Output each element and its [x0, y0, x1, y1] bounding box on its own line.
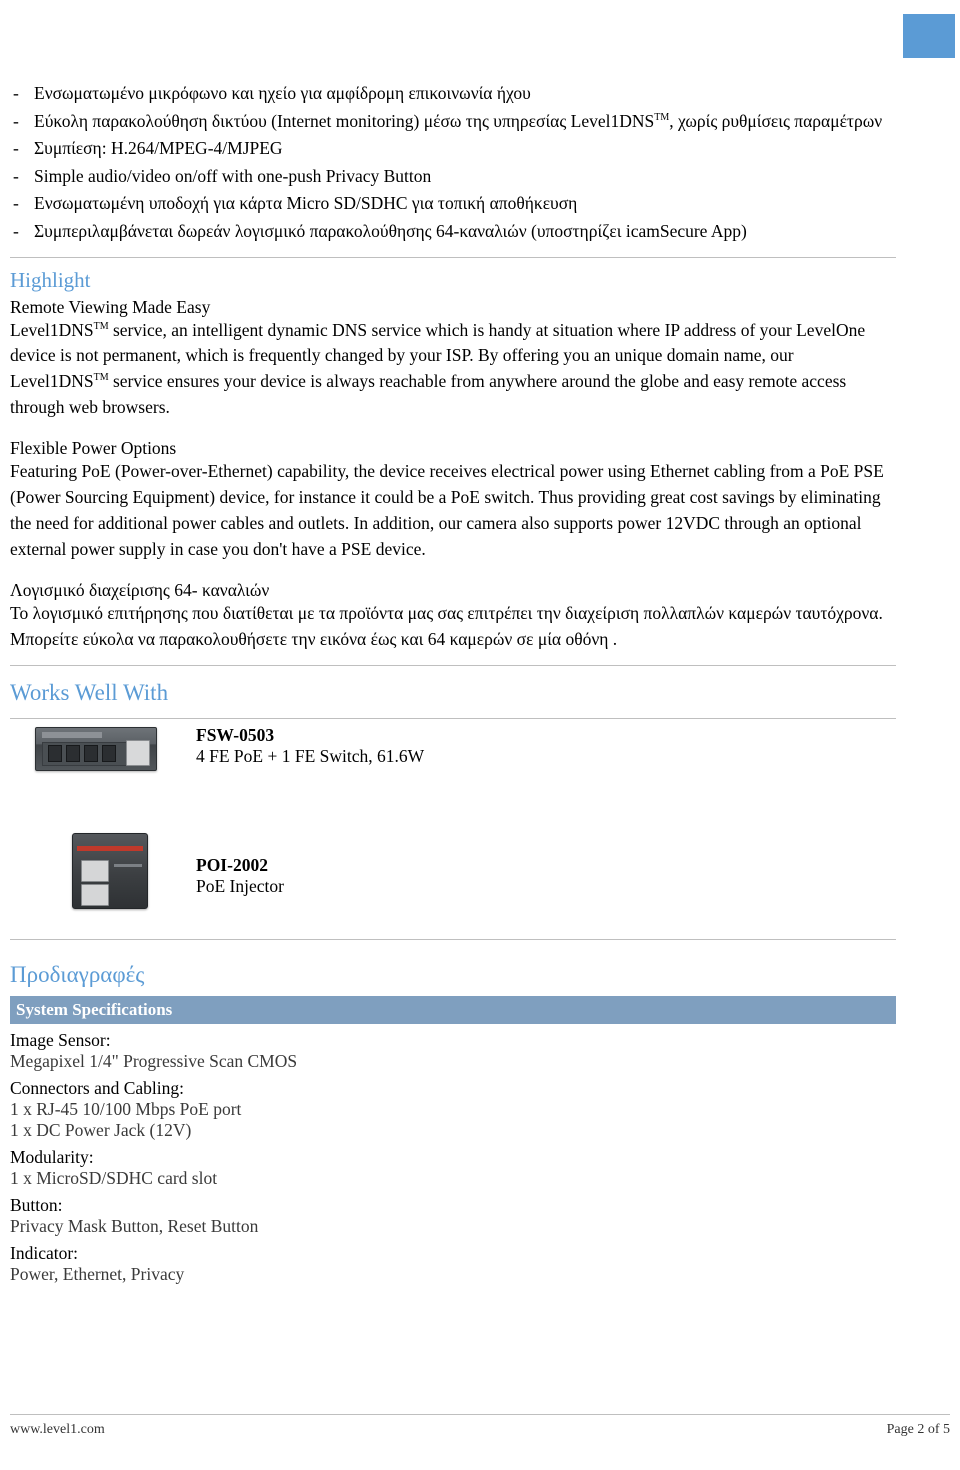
highlight-block-text: Το λογισμικό επιτήρησης που διατίθεται μ…: [10, 603, 883, 650]
divider: [10, 256, 896, 258]
injector-port: [81, 859, 109, 882]
list-item: - Συμπεριλαμβάνεται δωρεάν λογισμικό παρα…: [10, 218, 896, 245]
switch-port: [102, 744, 116, 762]
switch-brand-strip: [42, 731, 102, 738]
list-item: - Simple audio/video on/off with one-push…: [10, 163, 896, 190]
injector-illustration: [72, 832, 148, 909]
highlight-block-text: Featuring PoE (Power-over-Ethernet) capa…: [10, 461, 884, 559]
switch-uplink-port: [126, 739, 150, 766]
spec-value: 1 x MicroSD/SDHC card slot: [10, 1167, 218, 1188]
highlight-heading: Highlight: [10, 267, 91, 292]
feature-text: Συμπεριλαμβάνεται δωρεάν λογισμικό παρακ…: [34, 220, 747, 241]
spec-label: Image Sensor:: [10, 1029, 111, 1050]
list-item: - Συμπίεση: H.264/MPEG-4/MJPEG: [10, 135, 896, 162]
product-name: FSW-0503: [196, 724, 275, 745]
dash-bullet-icon: -: [13, 83, 19, 103]
highlight-block-title: Λογισμικό διαχείρισης 64- καναλιών: [10, 580, 270, 601]
spec-label: Modularity:: [10, 1146, 94, 1167]
feature-text: Ενσωματωμένη υποδοχή για κάρτα Micro SD/…: [34, 193, 578, 214]
network-switch-image: [35, 726, 157, 771]
feature-text: Εύκολη παρακολούθηση δικτύου (Internet m…: [34, 110, 883, 131]
switch-port: [84, 744, 98, 762]
highlight-block-text: Level1DNSTM service, an intelligent dyna…: [10, 319, 866, 417]
switch-illustration: [35, 726, 157, 771]
feature-text: Ενσωματωμένο μικρόφωνο και ηχείο για αμφ…: [34, 83, 531, 103]
spec-label: Connectors and Cabling:: [10, 1077, 185, 1098]
injector-stripe: [77, 845, 143, 851]
document-page: - Ενσωματωμένο μικρόφωνο και ηχείο για αμ…: [0, 0, 960, 1470]
specifications-heading: Προδιαγραφές: [10, 961, 145, 987]
switch-port: [66, 744, 80, 762]
spec-value: Megapixel 1/4" Progressive Scan CMOS: [10, 1050, 298, 1071]
footer-page-number: Page 2 of 5: [886, 1422, 950, 1437]
list-item: - Ενσωματωμένο μικρόφωνο και ηχείο για αμ…: [10, 80, 896, 107]
page-content: - Ενσωματωμένο μικρόφωνο και ηχείο για αμ…: [10, 80, 896, 1285]
corner-accent-square: [903, 14, 955, 58]
injector-port: [81, 883, 109, 906]
spec-row: Connectors and Cabling: 1 x RJ-45 10/100…: [10, 1078, 896, 1141]
works-well-with-heading: Works Well With: [10, 679, 169, 705]
specifications-table-header: System Specifications: [10, 995, 896, 1024]
feature-list: - Ενσωματωμένο μικρόφωνο και ηχείο για αμ…: [10, 80, 896, 245]
spec-label: Indicator:: [10, 1242, 79, 1263]
product-description: PoE Injector: [196, 875, 284, 896]
spec-row: Button: Privacy Mask Button, Reset Butto…: [10, 1195, 896, 1237]
footer-site-url[interactable]: www.level1.com: [10, 1422, 105, 1438]
spec-value: Power, Ethernet, Privacy: [10, 1263, 185, 1284]
dash-bullet-icon: -: [13, 193, 19, 214]
spec-row: Indicator: Power, Ethernet, Privacy: [10, 1243, 896, 1285]
product-name: POI-2002: [196, 854, 268, 875]
product-info: FSW-0503 4 FE PoE + 1 FE Switch, 61.6W: [196, 725, 424, 767]
page-footer: www.level1.com Page 2 of 5: [10, 1414, 950, 1452]
dash-bullet-icon: -: [13, 165, 19, 186]
dash-bullet-icon: -: [13, 110, 19, 131]
list-item: - Εύκολη παρακολούθηση δικτύου (Internet …: [10, 108, 896, 135]
switch-port: [48, 744, 62, 762]
dash-bullet-icon: -: [13, 220, 19, 241]
injector-label-strip: [114, 863, 142, 867]
spec-row: Image Sensor: Megapixel 1/4" Progressive…: [10, 1030, 896, 1072]
spec-row: Modularity: 1 x MicroSD/SDHC card slot: [10, 1147, 896, 1189]
highlight-block-title: Remote Viewing Made Easy: [10, 296, 211, 317]
feature-text: Συμπίεση: H.264/MPEG-4/MJPEG: [34, 138, 283, 159]
spec-label: Button:: [10, 1194, 63, 1215]
dash-bullet-icon: -: [13, 138, 19, 159]
spec-value: Privacy Mask Button, Reset Button: [10, 1215, 259, 1236]
product-info: POI-2002 PoE Injector: [196, 855, 284, 897]
spec-value: 1 x DC Power Jack (12V): [10, 1119, 192, 1140]
product-row: POI-2002 PoE Injector: [10, 827, 896, 927]
poe-injector-image: [72, 832, 148, 909]
list-item: - Ενσωματωμένη υποδοχή για κάρτα Micro SD…: [10, 190, 896, 217]
product-row: FSW-0503 4 FE PoE + 1 FE Switch, 61.6W: [10, 719, 896, 827]
feature-text: Simple audio/video on/off with one-push …: [34, 165, 432, 186]
highlight-block-title: Flexible Power Options: [10, 438, 177, 459]
spec-value: 1 x RJ-45 10/100 Mbps PoE port: [10, 1098, 242, 1119]
product-description: 4 FE PoE + 1 FE Switch, 61.6W: [196, 745, 425, 766]
